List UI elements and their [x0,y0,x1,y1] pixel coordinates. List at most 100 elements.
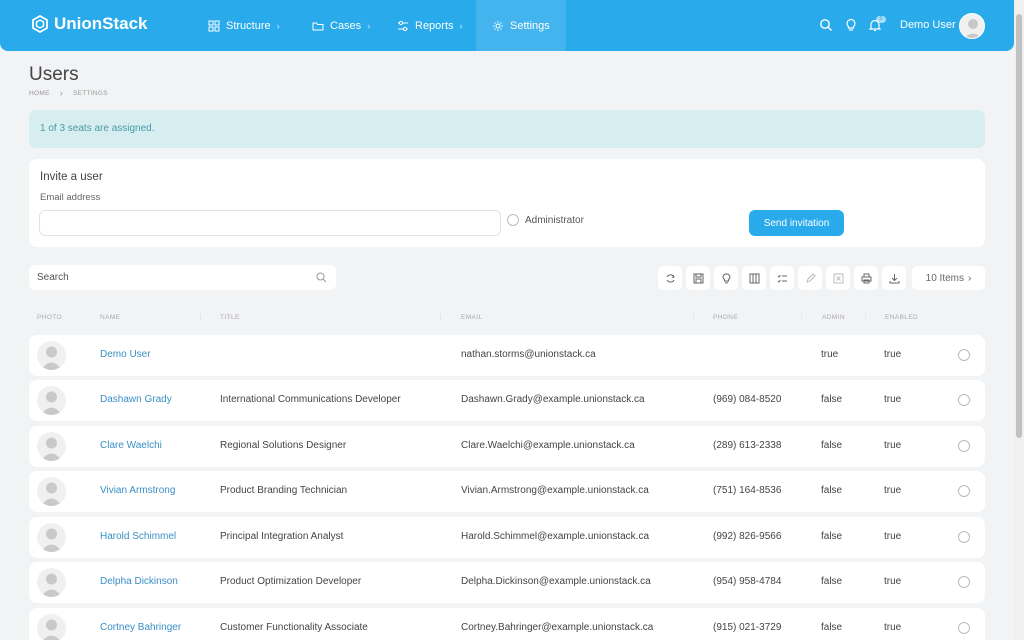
table-row[interactable]: Delpha Dickinson Product Optimization Dev… [29,562,985,603]
user-email: Clare.Waelchi@example.unionstack.ca [461,440,635,451]
nav-item-settings[interactable]: Settings [476,0,566,51]
refresh-button[interactable] [658,266,682,290]
search-placeholder: Search [37,272,69,283]
page-scrollbar-thumb[interactable] [1016,14,1022,438]
user-admin-flag: true [821,349,839,360]
user-name-link[interactable]: Cortney Bahringer [100,622,181,633]
user-avatar[interactable] [959,13,985,39]
user-admin-flag: false [821,576,843,587]
user-enabled-flag: true [884,394,902,405]
user-email: Vivian.Armstrong@example.unionstack.ca [461,485,649,496]
recycle-icon [666,273,675,283]
column-header-phone[interactable]: PHONE [713,314,738,321]
user-title: Product Branding Technician [220,485,348,496]
column-header-admin[interactable]: ADMIN [822,314,845,321]
nav-label: Reports [415,19,454,32]
user-name-link[interactable]: Harold Schimmel [100,531,176,542]
column-header-email[interactable]: EMAIL [461,314,483,321]
search-icon[interactable] [316,272,327,283]
user-enabled-flag: true [884,531,902,542]
invite-user-card: Invite a user Email address Administrato… [29,159,985,247]
user-admin-flag: false [821,485,843,496]
page-size-button[interactable]: 10 Items › [912,266,985,290]
email-input[interactable] [39,210,501,236]
user-phone: (954) 958-4784 [713,576,782,587]
search-icon[interactable] [819,18,833,32]
user-phone: (992) 826-9566 [713,531,782,542]
download-button[interactable] [882,266,906,290]
row-select-checkbox[interactable] [958,394,970,406]
columns-icon [749,273,759,283]
column-header-photo[interactable]: PHOTO [37,314,62,321]
user-phone: (969) 084-8520 [713,394,782,405]
user-phone: (751) 164-8536 [713,485,782,496]
person-silhouette-icon [41,573,62,597]
administrator-label: Administrator [525,214,584,226]
person-silhouette-icon [41,437,62,461]
alert-text: 1 of 3 seats are assigned. [40,123,155,134]
user-name-link[interactable]: Dashawn Grady [100,394,172,405]
items-count-label: 10 Items [925,272,964,284]
row-select-checkbox[interactable] [958,531,970,543]
print-button[interactable] [854,266,878,290]
user-phone: (915) 021-3729 [713,622,782,633]
chevron-right-icon: › [459,20,463,31]
nav-label: Structure [226,19,271,32]
column-sort-icon[interactable]: ⋮ [197,313,204,321]
table-row[interactable]: Cortney Bahringer Customer Functionality … [29,608,985,640]
table-row[interactable]: Vivian Armstrong Product Branding Technic… [29,471,985,512]
row-select-checkbox[interactable] [958,349,970,361]
person-silhouette-icon [964,19,982,38]
page-title: Users [29,64,79,85]
save-button[interactable] [686,266,710,290]
user-name-link[interactable]: Demo User [100,349,151,360]
breadcrumb-settings[interactable]: SETTINGS [73,90,108,97]
row-select-checkbox[interactable] [958,576,970,588]
breadcrumb: HOME › SETTINGS [29,88,108,98]
column-header-enabled[interactable]: ENABLED [885,314,918,321]
nav-item-reports[interactable]: Reports › [381,0,479,51]
nav-item-structure[interactable]: Structure › [192,0,296,51]
user-email: Harold.Schimmel@example.unionstack.ca [461,531,650,542]
filter-button[interactable] [714,266,738,290]
user-title: Principal Integration Analyst [220,531,344,542]
column-sort-icon[interactable]: ⋮ [690,313,697,321]
current-user-name[interactable]: Demo User [900,19,956,31]
delete-button[interactable] [826,266,850,290]
chevron-right-icon: › [367,20,371,31]
column-sort-icon[interactable]: ⋮ [798,313,805,321]
table-row[interactable]: Clare Waelchi Regional Solutions Designer… [29,426,985,467]
row-select-checkbox[interactable] [958,440,970,452]
avatar [37,614,66,640]
user-name-link[interactable]: Vivian Armstrong [100,485,175,496]
person-silhouette-icon [41,346,62,370]
row-select-checkbox[interactable] [958,622,970,634]
column-sort-icon[interactable]: ⋮ [862,313,869,321]
radio-circle-icon[interactable] [507,214,519,226]
pencil-icon [805,272,816,283]
column-header-name[interactable]: NAME [100,314,120,321]
administrator-checkbox[interactable]: Administrator [507,214,584,226]
person-silhouette-icon [41,482,62,506]
table-row[interactable]: Harold Schimmel Principal Integration Ana… [29,517,985,558]
checklist-button[interactable] [770,266,794,290]
table-row[interactable]: Dashawn Grady International Communication… [29,380,985,421]
user-admin-flag: false [821,440,843,451]
column-sort-icon[interactable]: ⋮ [437,313,444,321]
row-select-checkbox[interactable] [958,485,970,497]
breadcrumb-home[interactable]: HOME [29,90,50,97]
lightbulb-icon[interactable] [844,18,858,32]
chevron-right-icon: › [968,272,972,284]
table-row[interactable]: Demo User nathan.storms@unionstack.ca true… [29,335,985,376]
user-name-link[interactable]: Delpha Dickinson [100,576,178,587]
send-invitation-button[interactable]: Send invitation [749,210,844,236]
search-input[interactable]: Search [29,265,336,290]
user-enabled-flag: true [884,576,902,587]
edit-button[interactable] [798,266,822,290]
columns-button[interactable] [742,266,766,290]
user-name-link[interactable]: Clare Waelchi [100,440,162,451]
nav-item-cases[interactable]: Cases › [296,0,386,51]
app-logo[interactable]: UnionStack [32,14,148,34]
invite-title: Invite a user [40,171,103,183]
column-header-title[interactable]: TITLE [220,314,240,321]
